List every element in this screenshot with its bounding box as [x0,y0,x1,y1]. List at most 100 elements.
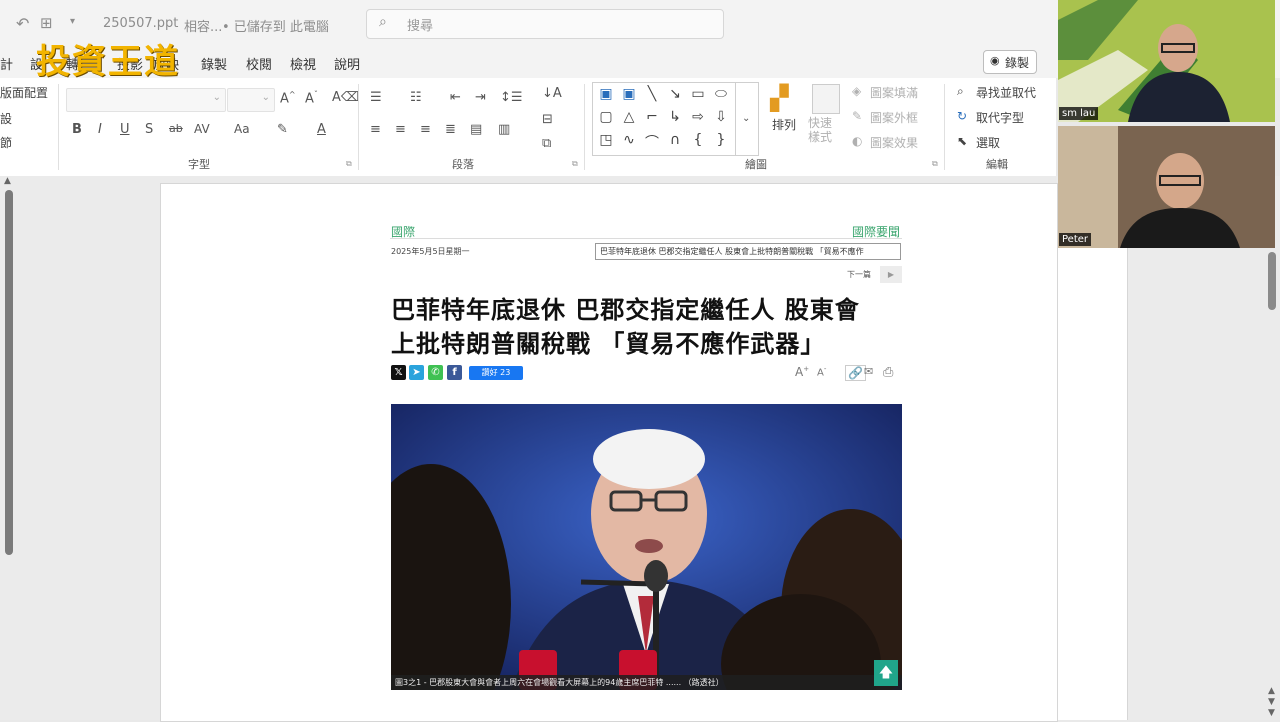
align-center-icon[interactable]: ≡ [395,122,406,137]
telegram-share-icon[interactable]: ➤ [409,365,424,380]
group-divider [58,84,59,170]
menu-item-design[interactable]: 計 [0,54,13,73]
down-arrow-icon[interactable]: ⇩ [711,109,731,125]
replace-font-button[interactable]: 取代字型 [976,109,1024,126]
bold-button[interactable]: B [72,122,82,137]
link-icon[interactable]: 🔗 [845,365,866,381]
italic-button[interactable]: I [98,122,102,137]
shadow-button[interactable]: S [145,122,153,137]
next-article-label[interactable]: 下一篇 [847,269,871,280]
arrow-line-icon[interactable]: ↘ [665,86,685,102]
font-color-icon[interactable]: A [317,122,326,137]
shape-fill-button[interactable]: 圖案填滿 [870,84,918,101]
undo-icon[interactable]: ↶ [16,14,29,33]
quick-access-dropdown-icon[interactable]: ▾ [70,16,75,27]
present-icon[interactable]: ⊞ [40,14,53,32]
numbering-icon[interactable]: ☷ [410,90,422,105]
article-select[interactable]: 巴菲特年底退休 巴郡交指定繼任人 股東會上批特朗普關稅戰 「貿易不應作 [595,243,901,260]
justify-icon[interactable]: ≣ [445,122,456,137]
menu-item-help[interactable]: 說明 [334,54,360,73]
record-button[interactable]: ◉ 錄製 [983,50,1037,74]
find-replace-button[interactable]: 尋找並取代 [976,84,1036,101]
select-button[interactable]: 選取 [976,134,1000,151]
text-direction-icon[interactable]: ↓A [542,86,562,101]
gallery-more-button[interactable]: ⌄ [735,83,758,155]
bullets-icon[interactable]: ☰ [370,90,382,105]
align-text-icon[interactable]: ⊟ [542,112,553,127]
char-spacing-button[interactable]: AV [194,122,210,136]
elbow-arrow-icon[interactable]: ↳ [665,109,685,125]
columns-icon[interactable]: ▥ [498,122,510,137]
search-box[interactable]: ⌕ 搜尋 [366,9,724,39]
print-icon[interactable]: ⎙ [883,365,893,380]
rectangle-icon[interactable]: ▭ [688,86,708,102]
grow-font-icon[interactable]: A^ [280,90,296,106]
arc-icon[interactable]: ⌒ [642,132,662,152]
back-to-top-icon[interactable]: 🡅 [874,660,898,686]
quick-style-icon[interactable] [812,84,840,114]
menu-item-record[interactable]: 錄製 [201,54,227,73]
left-scrollbar[interactable] [5,190,13,555]
left-brace-icon[interactable]: { [688,132,708,148]
menu-item-view[interactable]: 檢視 [290,54,316,73]
smartart-icon[interactable]: ⧉ [542,136,551,151]
rounded-rect-icon[interactable]: ▢ [596,109,616,125]
arrange-button[interactable]: 排列 [772,116,796,133]
clear-format-icon[interactable]: A⌫ [332,90,359,105]
shape-effects-button[interactable]: 圖案效果 [870,134,918,151]
underline-button[interactable]: U [120,122,130,137]
group-label-font: 字型 [188,158,210,171]
right-scrollbar[interactable] [1268,252,1276,310]
email-icon[interactable]: ✉ [864,365,873,378]
line-icon[interactable]: ╲ [642,86,662,102]
highlight-icon[interactable]: ✎ [277,122,288,137]
font-larger-icon[interactable]: A+ [795,365,809,379]
dialog-launcher-icon[interactable]: ⧉ [572,159,578,169]
scroll-up-icon[interactable]: ▲ [4,176,11,186]
dialog-launcher-icon[interactable]: ⧉ [932,159,938,169]
elbow-connector-icon[interactable]: ⌐ [642,109,662,125]
align-right-icon[interactable]: ≡ [420,122,431,137]
line-spacing-icon[interactable]: ↕☰ [500,90,523,105]
freeform-icon[interactable]: ∿ [619,132,639,148]
arrange-icon[interactable]: ▞ [770,84,788,112]
curve-icon[interactable]: ∩ [665,132,685,148]
font-size-combo[interactable]: ⌄ [227,88,275,112]
right-brace-icon[interactable]: } [711,132,731,148]
increase-indent-icon[interactable]: ⇥ [475,90,486,105]
video-tile-2[interactable]: Peter [1058,126,1275,248]
like-button[interactable]: 讚好 23 [469,366,523,380]
headline-line-2: 上批特朗普關稅戰 「貿易不應作武器」 [391,330,826,358]
reset-button[interactable]: 設 [0,110,12,127]
chevron-down-icon: ⌄ [261,92,270,103]
oval-icon[interactable]: ⬭ [711,86,731,102]
save-status[interactable]: • 已儲存到 此電腦 [222,16,329,35]
x-share-icon[interactable]: 𝕏 [391,365,406,380]
distributed-icon[interactable]: ▤ [470,122,482,137]
quick-style-button[interactable]: 快速樣式 [808,116,842,144]
layout-button[interactable]: 版面配置 [0,84,48,101]
textbox-icon[interactable]: ▣ [596,86,616,102]
menu-item-review[interactable]: 校閱 [246,54,272,73]
shrink-font-icon[interactable]: Aˇ [305,90,318,106]
section-button[interactable]: 節 [0,134,12,151]
shape-outline-button[interactable]: 圖案外框 [870,109,918,126]
triangle-icon[interactable]: △ [619,109,639,125]
scroll-down-icon[interactable]: ▲ ▼ ▼ [1268,686,1275,719]
font-family-combo[interactable]: ⌄ [66,88,226,112]
video-tile-1[interactable]: sm lau [1058,0,1275,122]
record-button-label: 錄製 [1005,56,1030,70]
change-case-button[interactable]: Aa [234,122,250,136]
right-arrow-icon[interactable]: ⇨ [688,109,708,125]
next-arrow-icon[interactable]: ▶ [880,266,902,283]
font-smaller-icon[interactable]: A- [817,365,826,378]
dialog-launcher-icon[interactable]: ⧉ [346,159,352,169]
vertical-textbox-icon[interactable]: ▣ [619,86,639,102]
decrease-indent-icon[interactable]: ⇤ [450,90,461,105]
whatsapp-share-icon[interactable]: ✆ [428,365,443,380]
facebook-share-icon[interactable]: f [447,365,462,380]
flowchart-icon[interactable]: ◳ [596,132,616,148]
align-left-icon[interactable]: ≡ [370,122,381,137]
strikethrough-button[interactable]: ab [169,122,183,135]
section-divider [390,238,902,239]
